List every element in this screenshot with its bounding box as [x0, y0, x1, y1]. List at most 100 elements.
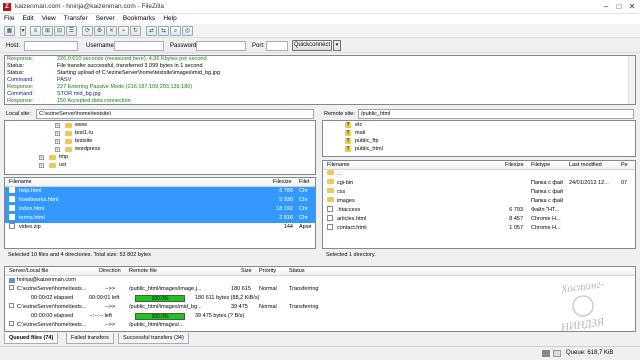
refresh-icon[interactable]: ⟳ [82, 26, 93, 36]
expand-icon[interactable]: + [55, 123, 60, 128]
minimize-icon[interactable]: – [600, 1, 612, 12]
quickconnect-dropdown-icon[interactable]: ▾ [333, 40, 341, 51]
disconnect-icon[interactable]: ⌁ [118, 26, 129, 36]
remote-file-row[interactable]: articles.html 8 457 Chrome H... [323, 215, 635, 224]
folder-icon [65, 123, 72, 128]
menu-file[interactable]: File [0, 14, 18, 23]
menu-view[interactable]: View [38, 14, 60, 23]
remote-path-input[interactable]: /public_html [358, 109, 634, 119]
remote-col-modified[interactable]: Last modified [569, 161, 602, 170]
queue-status: Transferring [289, 286, 319, 292]
queue-col-local[interactable]: Server/Local file [9, 267, 48, 276]
local-path-input[interactable]: C:\ezineServer\home\testsite\ [36, 109, 314, 119]
title-bar: Z kaizenman.com - hninja@kaizenman.com -… [0, 0, 640, 14]
queue-col-size[interactable]: Size [241, 267, 252, 276]
remote-file-row[interactable]: cgi-bin Папка с фай 24/01/2013 12... 07 [323, 179, 635, 188]
expand-icon[interactable]: + [39, 155, 44, 160]
remote-tree-item[interactable]: ? mail [323, 129, 635, 137]
log-line: Command: STOR mid_bg.jpg [5, 91, 635, 98]
close-icon[interactable]: ✕ [626, 1, 638, 12]
tab-queued-files[interactable]: Queued files (74) [4, 333, 59, 344]
tab-failed-transfers[interactable]: Failed transfers [66, 333, 114, 344]
quickconnect-button[interactable]: Quickconnect [292, 40, 332, 51]
queue-col-priority[interactable]: Priority [259, 267, 276, 276]
menu-edit[interactable]: Edit [18, 14, 37, 23]
queue-direction: -->> [105, 286, 116, 292]
local-tree-item[interactable]: + wordpress [5, 145, 315, 153]
password-input[interactable] [196, 41, 246, 51]
expand-icon[interactable]: + [55, 131, 60, 136]
queue-col-direction[interactable]: Direction [99, 267, 121, 276]
remote-col-permissions[interactable]: Pe [621, 161, 628, 170]
tab-successful-transfers[interactable]: Successful transfers (34) [118, 333, 189, 344]
file-icon [9, 214, 15, 220]
folder-icon [65, 147, 72, 152]
remote-tree-item[interactable]: ? public_html [323, 145, 635, 153]
local-tree-item[interactable]: + tmp [5, 153, 315, 161]
site-manager-icon[interactable]: ▦ [4, 26, 15, 36]
remote-col-filetype[interactable]: Filetype [531, 161, 550, 170]
remote-tree-item[interactable]: ? public_ftp [323, 137, 635, 145]
toggle-log-icon[interactable]: ≡ [30, 26, 41, 36]
local-site-bar: Local site: C:\ezineServer\home\testsite… [4, 108, 316, 120]
remote-file-permissions: 07 [621, 180, 628, 186]
expand-icon[interactable]: + [55, 139, 60, 144]
window-title: kaizenman.com - hninja@kaizenman.com - F… [15, 3, 164, 10]
cancel-icon[interactable]: ✕ [106, 26, 117, 36]
checkbox-icon[interactable] [9, 285, 14, 290]
local-file-row[interactable]: howitworks.html 5 930 Chr [5, 196, 315, 205]
queue-col-status[interactable]: Status [289, 267, 305, 276]
sync-browsing-icon[interactable]: ⇆ [158, 26, 169, 36]
reconnect-icon[interactable]: ↻ [130, 26, 141, 36]
local-tree-item[interactable]: + testsite [5, 137, 315, 145]
local-file-type: Chr [299, 197, 308, 203]
expand-icon[interactable]: + [55, 147, 60, 152]
local-file-type: Архи [299, 224, 312, 230]
port-input[interactable] [266, 41, 288, 51]
toggle-local-tree-icon[interactable]: ⊞ [42, 26, 53, 36]
toggle-remote-tree-icon[interactable]: ⊟ [54, 26, 65, 36]
checkbox-icon[interactable] [9, 303, 14, 308]
checkbox-icon[interactable] [9, 321, 14, 326]
log-scrollbar[interactable] [628, 56, 635, 104]
remote-file-row[interactable]: images Папка с фай [323, 197, 635, 206]
process-queue-icon[interactable]: ⚙ [94, 26, 105, 36]
remote-col-filesize[interactable]: Filesize [505, 161, 524, 170]
remote-file-row[interactable]: .htaccess 6 793 Файл "HT... [323, 206, 635, 215]
menu-transfer[interactable]: Transfer [60, 14, 92, 23]
local-file-type: Chr [299, 188, 308, 194]
local-file-row[interactable]: help.html 6 780 Chr [5, 187, 315, 196]
toggle-queue-icon[interactable]: ☰ [66, 26, 77, 36]
folder-icon [327, 170, 334, 175]
remote-col-filename[interactable]: Filename [327, 161, 350, 170]
queue-col-remote[interactable]: Remote file [129, 267, 157, 276]
menu-help[interactable]: Help [159, 14, 180, 23]
remote-tree-item[interactable]: ? etc [323, 121, 635, 129]
local-status: Selected 10 files and 4 directories. Tot… [4, 251, 316, 260]
search-icon[interactable]: ⌕ [170, 26, 181, 36]
username-input[interactable] [114, 41, 164, 51]
binoculars-icon[interactable]: ◎ [182, 26, 193, 36]
remote-file-row[interactable]: contact.html 1 057 Chrome H... [323, 224, 635, 233]
maximize-icon[interactable]: □ [613, 1, 625, 12]
expand-icon[interactable]: + [39, 163, 44, 168]
local-col-filesize[interactable]: Filesize [273, 178, 292, 187]
remote-file-row[interactable]: .. [323, 170, 635, 179]
local-tree-item[interactable]: + www [5, 121, 315, 129]
local-col-filename[interactable]: Filename [9, 178, 32, 187]
local-tree-item[interactable]: + test1.ru [5, 129, 315, 137]
file-icon [9, 205, 15, 211]
log-message: 150 Accepted data connection [57, 98, 131, 104]
local-file-row[interactable]: terms.html 2 816 Chr [5, 214, 315, 223]
directory-compare-icon[interactable]: ⇄ [146, 26, 157, 36]
remote-file-row[interactable]: css Папка с фай [323, 188, 635, 197]
local-file-row[interactable]: index.html 18 192 Chr [5, 205, 315, 214]
menu-server[interactable]: Server [92, 14, 119, 23]
local-col-filetype[interactable]: Filet [299, 178, 309, 187]
local-file-row[interactable]: video.zip 144 Архи [5, 223, 315, 232]
file-icon [327, 215, 333, 221]
site-manager-dropdown-icon[interactable]: ▾ [20, 26, 26, 36]
local-tree-item[interactable]: + usr [5, 161, 315, 169]
menu-bookmarks[interactable]: Bookmarks [119, 14, 160, 23]
host-input[interactable] [24, 41, 78, 51]
